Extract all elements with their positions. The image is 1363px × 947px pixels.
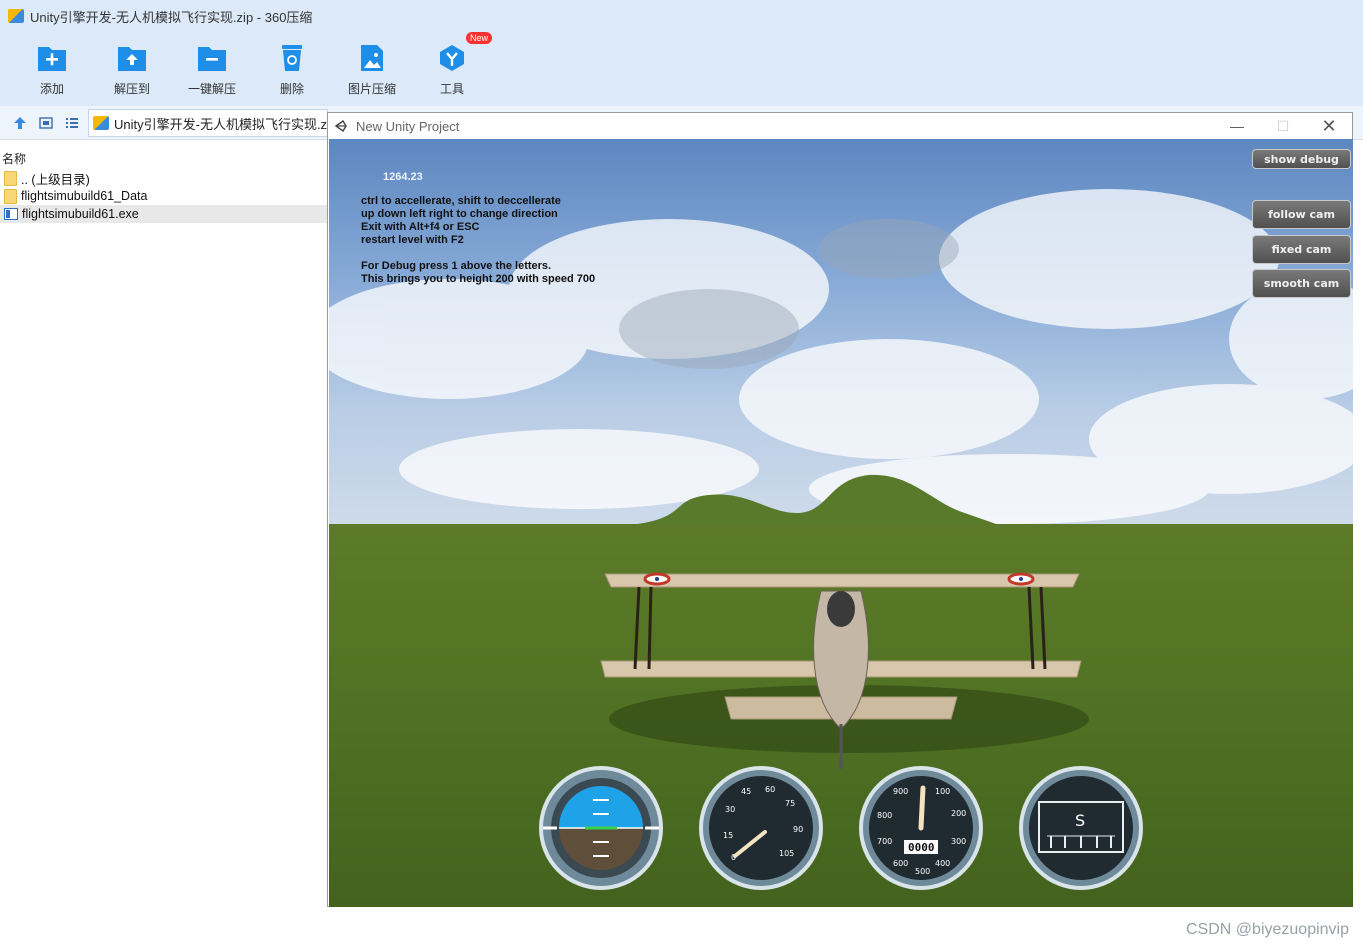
extract-to-icon [116, 42, 148, 74]
minimize-icon: — [1230, 118, 1244, 134]
instructions-text: ctrl to accellerate, shift to deccellera… [361, 195, 596, 285]
alt-tick-500: 500 [915, 867, 930, 876]
image-compress-icon [356, 42, 388, 74]
compass-gauge: S [1019, 766, 1143, 890]
tools-icon [436, 42, 468, 74]
up-arrow-icon[interactable] [8, 111, 32, 135]
add-label: 添加 [39, 81, 64, 96]
speed-tick-105: 105 [779, 849, 794, 858]
exe-icon [4, 208, 18, 220]
smooth-cam-button[interactable]: smooth cam [1252, 269, 1351, 298]
tools-button[interactable]: New 工具 [412, 32, 493, 106]
unity-logo-icon [334, 119, 348, 133]
altitude-readout: 0000 [908, 841, 935, 854]
one-click-extract-icon [196, 42, 228, 74]
file-name: flightsimubuild61_Data [21, 189, 148, 203]
alt-tick-800: 800 [877, 811, 892, 820]
compass-heading-letter: S [1075, 811, 1085, 830]
folder-icon [4, 170, 17, 186]
show-debug-button[interactable]: show debug [1252, 149, 1351, 169]
list-view-icon[interactable] [60, 111, 84, 135]
maximize-icon: ☐ [1276, 117, 1290, 134]
list-item[interactable]: flightsimubuild61_Data [0, 187, 328, 205]
one-click-extract-label: 一键解压 [187, 81, 236, 96]
file-name: .. (上级目录) [21, 172, 90, 187]
speed-tick-15: 15 [723, 831, 733, 840]
path-field[interactable]: Unity引擎开发-无人机模拟飞行实现.zip\ [88, 109, 328, 137]
new-badge: New [466, 32, 493, 44]
image-compress-button[interactable]: 图片压缩 [332, 32, 412, 106]
alt-tick-600: 600 [893, 859, 908, 868]
zip-window-title: Unity引擎开发-无人机模拟飞行实现.zip - 360压缩 [30, 9, 313, 25]
maximize-button[interactable]: ☐ [1260, 113, 1306, 139]
alt-tick-200: 200 [951, 809, 966, 818]
column-header-name[interactable]: 名称 [0, 141, 328, 169]
file-name: flightsimubuild61.exe [22, 207, 139, 221]
hills [629, 474, 999, 525]
alt-tick-700: 700 [877, 837, 892, 846]
one-click-extract-button[interactable]: 一键解压 [172, 32, 252, 106]
attitude-gauge [539, 766, 663, 890]
alt-tick-100: 100 [935, 787, 950, 796]
path-text: Unity引擎开发-无人机模拟飞行实现.zip\ [114, 116, 328, 132]
extract-to-label: 解压到 [113, 81, 150, 96]
speed-tick-60: 60 [765, 785, 775, 794]
thumbnail-view-icon[interactable] [34, 111, 58, 135]
zip-titlebar: Unity引擎开发-无人机模拟飞行实现.zip - 360压缩 [0, 0, 1363, 32]
file-list: 名称 .. (上级目录) flightsimubuild61_Data flig… [0, 141, 328, 947]
extract-to-button[interactable]: 解压到 [92, 32, 172, 106]
speed-tick-90: 90 [793, 825, 803, 834]
close-button[interactable]: ✕ [1306, 113, 1352, 139]
alt-tick-900: 900 [893, 787, 908, 796]
follow-cam-button[interactable]: follow cam [1252, 200, 1351, 229]
altitude-needle [918, 785, 926, 831]
altimeter-gauge: 100 200 300 400 500 600 700 800 900 0000 [859, 766, 983, 890]
tools-label: 工具 [439, 81, 464, 96]
delete-button[interactable]: 删除 [252, 32, 332, 106]
alt-tick-300: 300 [951, 837, 966, 846]
folder-icon [4, 188, 17, 204]
fixed-cam-button[interactable]: fixed cam [1252, 235, 1351, 264]
unity-titlebar: New Unity Project [328, 113, 1352, 139]
archive-app-icon [8, 9, 24, 23]
add-icon [36, 42, 68, 74]
airspeed-gauge: 15 30 45 60 75 90 105 0 [699, 766, 823, 890]
close-icon: ✕ [1321, 115, 1337, 136]
zip-toolbar: 添加 解压到 一键解压 删除 图片压缩 New 工具 [0, 32, 1363, 106]
image-compress-label: 图片压缩 [347, 81, 396, 96]
fps-counter: 1264.23 [383, 171, 423, 183]
speed-tick-30: 30 [725, 805, 735, 814]
alt-tick-400: 400 [935, 859, 950, 868]
unity-window: New Unity Project — ☐ ✕ 15 30 45 60 75 9… [327, 112, 1353, 907]
add-button[interactable]: 添加 [12, 32, 92, 106]
speed-tick-45: 45 [741, 787, 751, 796]
list-item[interactable]: flightsimubuild61.exe [0, 205, 328, 223]
delete-label: 删除 [279, 81, 304, 96]
unity-window-title: New Unity Project [356, 118, 460, 134]
watermark: CSDN @biyezuopinvip [1186, 921, 1349, 938]
speed-tick-75: 75 [785, 799, 795, 808]
list-item[interactable]: .. (上级目录) [0, 169, 328, 187]
archive-icon [93, 116, 109, 130]
game-viewport[interactable]: 15 30 45 60 75 90 105 0 100 200 300 400 … [329, 139, 1353, 907]
delete-icon [276, 42, 308, 74]
minimize-button[interactable]: — [1214, 113, 1260, 139]
